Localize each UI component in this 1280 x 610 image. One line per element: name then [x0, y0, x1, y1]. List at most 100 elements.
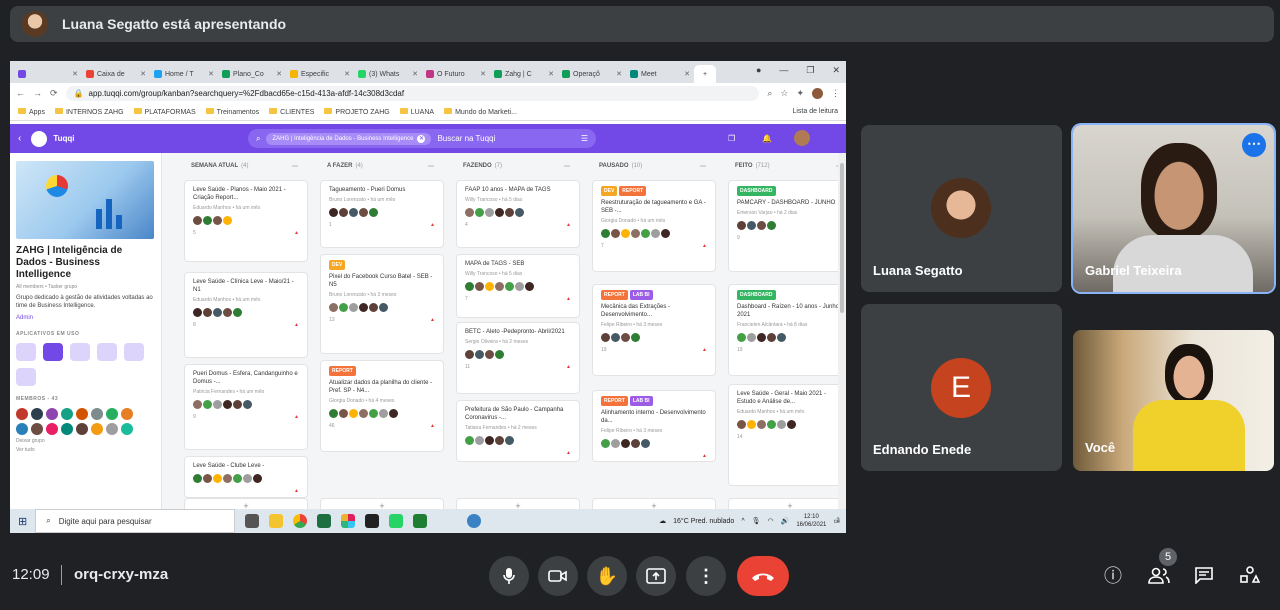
- taskbar-search[interactable]: ⌕ Digite aqui para pesquisar: [35, 509, 236, 533]
- camera-button[interactable]: [538, 556, 578, 596]
- app-icon[interactable]: [16, 343, 36, 361]
- meeting-code[interactable]: orq-crxy-mza: [74, 566, 168, 583]
- browser-tab[interactable]: Meet ✕: [626, 65, 694, 83]
- app-icon[interactable]: [70, 343, 90, 361]
- user-avatar[interactable]: [794, 130, 810, 146]
- reading-list[interactable]: Lista de leitura: [792, 108, 838, 115]
- column-menu-icon[interactable]: ⋯: [428, 163, 434, 170]
- kanban-card[interactable]: FAAP 10 anos - MAPA de TAGS Willy Trancos…: [457, 181, 579, 247]
- close-icon[interactable]: ✕: [616, 70, 622, 78]
- browser-tab[interactable]: Home / T ✕: [150, 65, 218, 83]
- member-avatar[interactable]: [91, 408, 103, 420]
- chat-icon[interactable]: ❐: [728, 134, 735, 143]
- help-icon[interactable]: [467, 514, 482, 528]
- member-avatar[interactable]: [76, 408, 88, 420]
- minimize-icon[interactable]: —: [779, 65, 788, 76]
- close-icon[interactable]: ✕: [344, 70, 350, 78]
- close-icon[interactable]: ✕: [140, 70, 146, 78]
- kanban-card[interactable]: REPORT Atualizar dados da planilha do cli…: [321, 361, 443, 451]
- browser-tab[interactable]: O Futuro ✕: [422, 65, 490, 83]
- browser-tab[interactable]: Plano_Co ✕: [218, 65, 286, 83]
- search-icon[interactable]: ⌕: [767, 88, 772, 99]
- kanban-card[interactable]: Tagueamento - Pueri Domus Bruno Lorenzato…: [321, 181, 443, 247]
- close-icon[interactable]: ✕: [276, 70, 282, 78]
- kanban-card[interactable]: DEV REPORT Reestruturação de tagueamento e…: [593, 181, 715, 271]
- notifications-icon[interactable]: ▭ 2: [833, 517, 840, 525]
- kanban-card[interactable]: Pueri Domus - Esfera, Candanguinho e Dom…: [185, 365, 307, 449]
- close-icon[interactable]: ✕: [480, 70, 486, 78]
- url-field[interactable]: 🔒 app.tuqqi.com/group/kanban?searchquery=…: [65, 85, 760, 101]
- kanban-card[interactable]: Leve Saúde - Clínica Leve - Maio/21 - N1…: [185, 273, 307, 357]
- sticky-notes-icon[interactable]: [365, 514, 380, 528]
- vertical-scrollbar[interactable]: [838, 153, 846, 521]
- back-icon[interactable]: ←: [16, 88, 25, 98]
- see-all-link[interactable]: Ver tudo: [16, 447, 155, 453]
- close-icon[interactable]: ✕: [72, 70, 78, 78]
- leave-group-link[interactable]: Deixar grupo: [16, 438, 155, 444]
- reload-icon[interactable]: ⟳: [50, 88, 58, 99]
- present-button[interactable]: [636, 556, 676, 596]
- kanban-card[interactable]: Prefeitura de São Paulo - Campanha Coron…: [457, 401, 579, 461]
- member-avatar[interactable]: [31, 423, 43, 435]
- new-tab-button[interactable]: +: [694, 65, 716, 83]
- admin-link[interactable]: Admin: [16, 315, 155, 321]
- back-arrow-icon[interactable]: ‹: [18, 133, 21, 144]
- meeting-details-button[interactable]: ⓘ: [1100, 562, 1126, 588]
- app-icon[interactable]: [16, 368, 36, 386]
- kanban-card[interactable]: Leve Saúde - Geral - Maio 2021 - Estudo …: [729, 385, 846, 485]
- member-avatar[interactable]: [106, 423, 118, 435]
- bookmark-item[interactable]: Treinamentos: [205, 107, 259, 116]
- restore-icon[interactable]: ❐: [806, 65, 814, 76]
- member-avatar[interactable]: [46, 408, 58, 420]
- column-menu-icon[interactable]: ⋯: [700, 163, 706, 170]
- mic-icon[interactable]: 🎙: [752, 517, 761, 525]
- kanban-card[interactable]: Leve Saúde - Planos - Maio 2021 - Criaçã…: [185, 181, 307, 261]
- browser-tab[interactable]: Zahg | C ✕: [490, 65, 558, 83]
- participant-tile-self[interactable]: Você: [1073, 330, 1274, 471]
- member-avatar[interactable]: [121, 423, 133, 435]
- bookmark-item[interactable]: PROJETO ZAHG: [324, 107, 390, 116]
- bookmark-item[interactable]: Mundo do Marketi...: [444, 107, 517, 116]
- mic-button[interactable]: [489, 556, 529, 596]
- leave-call-button[interactable]: [737, 556, 789, 596]
- member-avatar[interactable]: [46, 423, 58, 435]
- member-avatar[interactable]: [16, 408, 28, 420]
- bell-icon[interactable]: 🔔: [762, 134, 772, 143]
- browser-tab[interactable]: Caixa de ✕: [82, 65, 150, 83]
- column-menu-icon[interactable]: ⋯: [292, 163, 298, 170]
- kanban-card[interactable]: REPORT LAB BI Mecânica das Extrações - Des…: [593, 285, 715, 375]
- browser-tab[interactable]: Operaçõ ✕: [558, 65, 626, 83]
- close-icon[interactable]: ✕: [412, 70, 418, 78]
- kanban-app-icon[interactable]: [43, 343, 63, 361]
- whatsapp-icon[interactable]: [389, 514, 404, 528]
- member-avatar[interactable]: [16, 423, 28, 435]
- excel-icon[interactable]: [317, 514, 332, 528]
- chrome-icon[interactable]: [293, 514, 308, 528]
- search-filter-chip[interactable]: ZAHG | Inteligência de Dados - Business …: [266, 132, 432, 145]
- close-icon[interactable]: ✕: [684, 70, 690, 78]
- close-icon[interactable]: ✕: [548, 70, 554, 78]
- task-view-icon[interactable]: [245, 514, 260, 528]
- member-avatar[interactable]: [31, 408, 43, 420]
- participant-tile-luana[interactable]: Luana Segatto: [861, 125, 1062, 292]
- tray-chevron-icon[interactable]: ^: [741, 518, 744, 525]
- raise-hand-button[interactable]: ✋: [587, 556, 627, 596]
- browser-tab[interactable]: (3) Whats ✕: [354, 65, 422, 83]
- kanban-card[interactable]: DEV Pixel do Facebook Curso Batel - SEB -…: [321, 255, 443, 353]
- bookmark-item[interactable]: CLIENTES: [269, 107, 314, 116]
- slack-icon[interactable]: [341, 514, 356, 528]
- kanban-card[interactable]: DASHBOARD PAMCARY - DASHBOARD - JUNHO Emer…: [729, 181, 846, 271]
- member-avatar[interactable]: [76, 423, 88, 435]
- wifi-icon[interactable]: ◠: [768, 517, 774, 525]
- star-icon[interactable]: ☆: [780, 88, 788, 99]
- menu-icon[interactable]: ⋮: [831, 88, 840, 99]
- browser-tab[interactable]: Especific ✕: [286, 65, 354, 83]
- file-explorer-icon[interactable]: [269, 514, 284, 528]
- record-icon[interactable]: ●: [756, 65, 761, 76]
- close-window-icon[interactable]: ✕: [832, 65, 840, 76]
- weather-text[interactable]: 16°C Pred. nublado: [673, 518, 734, 525]
- close-icon[interactable]: ✕: [208, 70, 214, 78]
- bookmark-item[interactable]: INTERNOS ZAHG: [54, 107, 124, 116]
- profile-avatar[interactable]: [812, 87, 823, 99]
- participant-tile-ednando[interactable]: E Ednando Enede: [861, 304, 1062, 471]
